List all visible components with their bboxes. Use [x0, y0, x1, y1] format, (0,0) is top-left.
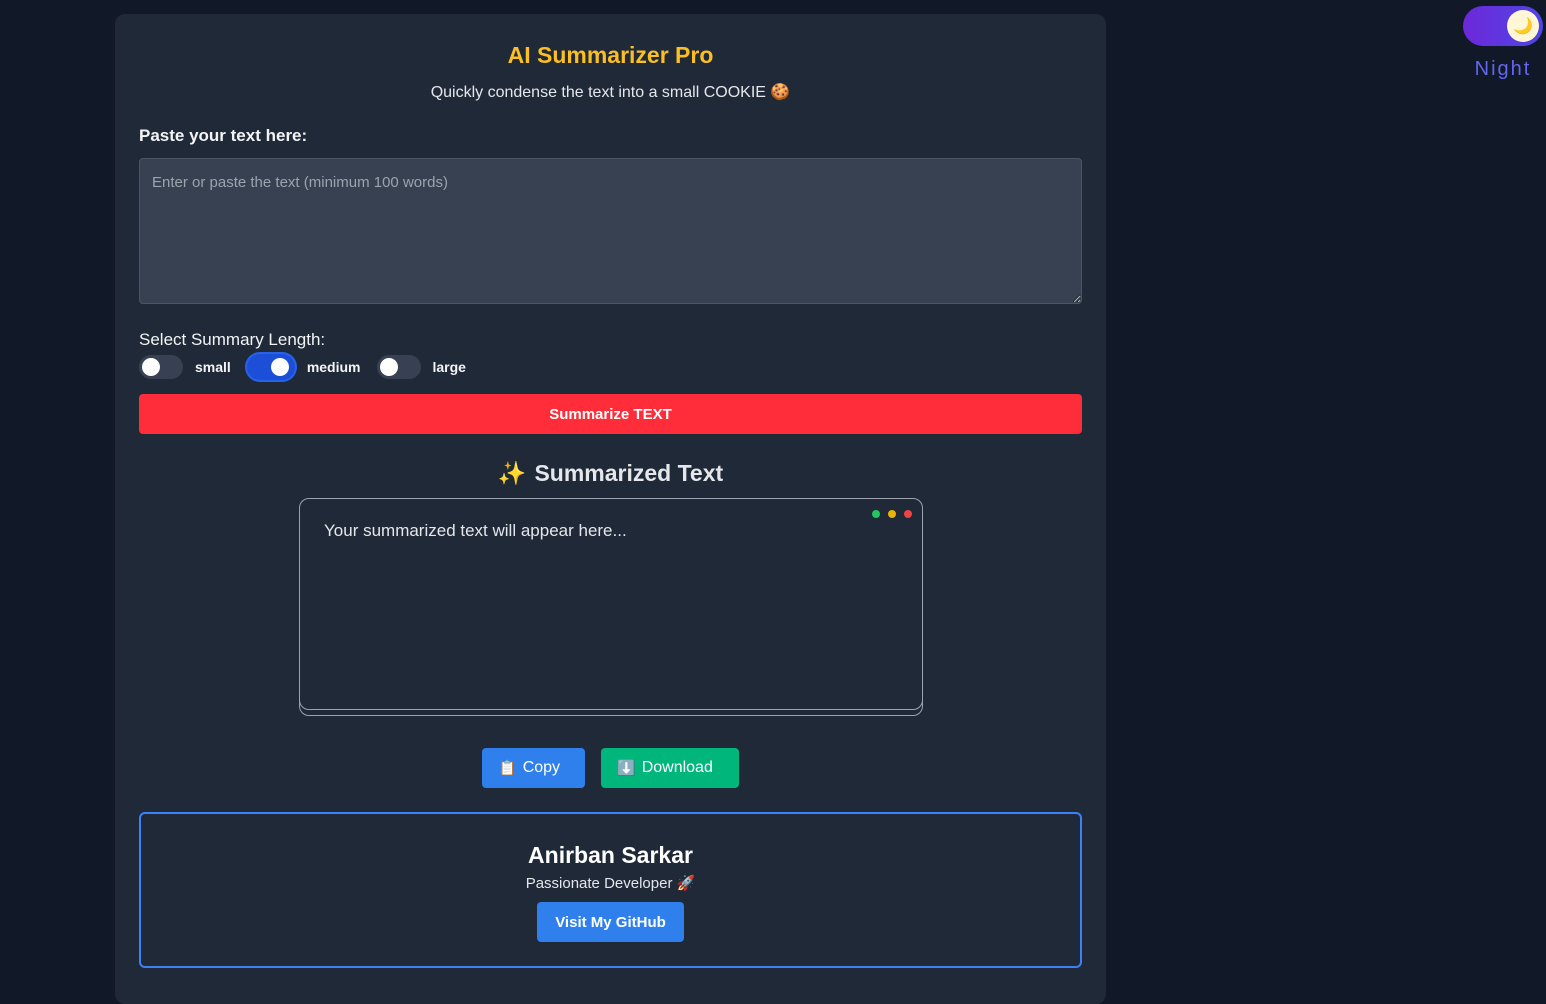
toggle-knob [142, 358, 160, 376]
toggle-knob [379, 358, 398, 376]
toggle-knob [270, 358, 289, 376]
output-title: ✨ Summarized Text [115, 460, 1106, 487]
download-button[interactable]: ⬇️ Download [601, 748, 739, 788]
output-actions: 📋 Copy ⬇️ Download [115, 748, 1106, 788]
green-dot [872, 510, 880, 518]
output-box: Your summarized text will appear here... [299, 498, 923, 710]
download-icon: ⬇️ [617, 760, 636, 777]
profile-card: Anirban Sarkar Passionate Developer 🚀 Vi… [139, 812, 1082, 968]
theme-label: Night [1474, 58, 1532, 80]
app-subtitle: Quickly condense the text into a small C… [430, 84, 791, 101]
medium-label: medium [306, 359, 361, 375]
copy-label: Copy [522, 759, 561, 776]
output-placeholder: Your summarized text will appear here... [324, 521, 627, 540]
download-label: Download [641, 759, 713, 776]
length-option-medium[interactable]: medium [246, 354, 361, 380]
clipboard-icon: 📋 [498, 760, 517, 777]
copy-button[interactable]: 📋 Copy [482, 748, 585, 788]
text-input[interactable] [139, 158, 1082, 304]
length-options: small medium large [139, 354, 482, 380]
profile-role: Passionate Developer 🚀 [525, 875, 696, 892]
app-title: AI Summarizer Pro [507, 42, 714, 68]
theme-toggle[interactable]: 🌙 [1463, 6, 1543, 46]
large-label: large [432, 359, 466, 375]
window-dots [872, 510, 912, 518]
small-toggle[interactable] [139, 355, 183, 379]
sparkles-icon: ✨ [497, 460, 527, 486]
large-toggle[interactable] [376, 355, 421, 379]
summarizer-card: AI Summarizer Pro Quickly condense the t… [115, 14, 1106, 1004]
summarize-button[interactable]: Summarize TEXT [139, 394, 1082, 434]
moon-icon: 🌙 [1507, 10, 1539, 42]
profile-name: Anirban Sarkar [528, 842, 693, 868]
length-label: Select Summary Length: [139, 330, 326, 349]
output-title-text: Summarized Text [534, 460, 724, 486]
length-option-small[interactable]: small [139, 355, 231, 379]
length-option-large[interactable]: large [376, 355, 466, 379]
yellow-dot [888, 510, 896, 518]
small-label: small [195, 359, 231, 375]
github-button[interactable]: Visit My GitHub [537, 902, 684, 942]
medium-toggle[interactable] [246, 354, 295, 380]
input-label: Paste your text here: [139, 126, 308, 145]
red-dot [904, 510, 912, 518]
